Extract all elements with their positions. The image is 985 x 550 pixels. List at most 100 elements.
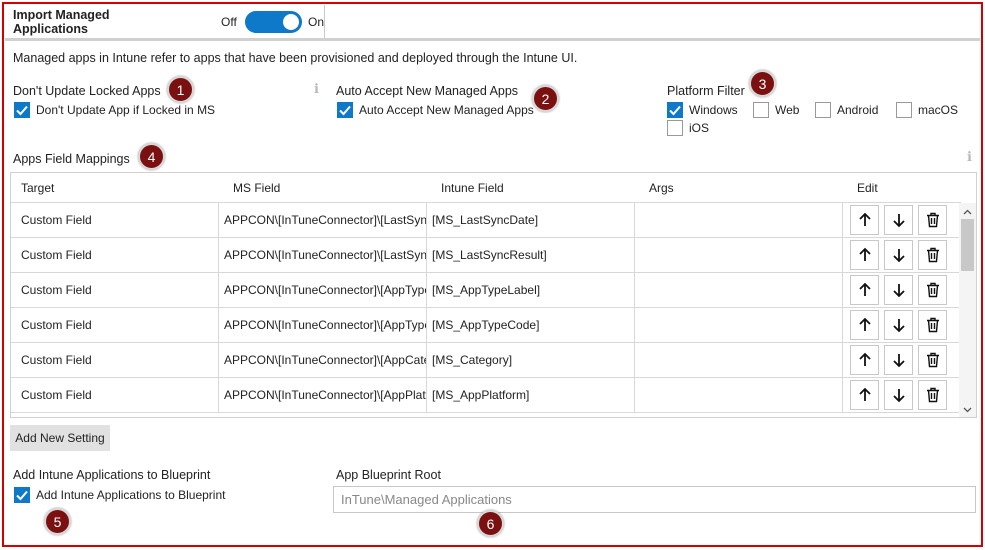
delete-icon[interactable] (918, 205, 947, 235)
platform-windows-checkbox[interactable] (667, 102, 683, 118)
cell-ms-field: APPCON\[InTuneConnector]\[AppTypeCode] (219, 308, 427, 342)
cell-target: Custom Field (11, 343, 219, 377)
platform-web-checkbox[interactable] (753, 102, 769, 118)
scrollbar-thumb[interactable] (961, 219, 974, 271)
move-up-icon[interactable] (850, 345, 879, 375)
toggle-off-label: Off (221, 14, 237, 29)
move-up-icon[interactable] (850, 240, 879, 270)
blueprint-root-input[interactable]: InTune\Managed Applications (333, 486, 976, 513)
vertical-scrollbar[interactable] (959, 203, 976, 417)
platform-windows-row[interactable]: Windows (667, 102, 738, 118)
column-header-edit: Edit (857, 181, 878, 195)
platform-filter-label: Platform Filter (667, 84, 745, 98)
column-header-intune-field: Intune Field (441, 181, 504, 195)
locked-apps-label: Don't Update Locked Apps (13, 84, 161, 98)
cell-intune-field: [MS_AppPlatform] (427, 378, 635, 412)
cell-target: Custom Field (11, 273, 219, 307)
move-down-icon[interactable] (884, 205, 913, 235)
delete-icon[interactable] (918, 310, 947, 340)
delete-icon[interactable] (918, 345, 947, 375)
toggle-on-label: On (307, 14, 324, 29)
platform-windows-label: Windows (689, 103, 738, 117)
platform-android-checkbox[interactable] (815, 102, 831, 118)
cell-target: Custom Field (11, 203, 219, 237)
locked-apps-checkbox-label: Don't Update App if Locked in MS (36, 103, 216, 117)
auto-accept-checkbox-label: Auto Accept New Managed Apps (359, 103, 534, 117)
move-up-icon[interactable] (850, 310, 879, 340)
table-row[interactable]: Custom Field APPCON\[InTuneConnector]\[Ap… (11, 377, 961, 413)
cell-intune-field: [MS_LastSyncDate] (427, 203, 635, 237)
table-row[interactable]: Custom Field APPCON\[InTuneConnector]\[Ap… (11, 272, 961, 308)
cell-ms-field: APPCON\[InTuneConnector]\[AppCategory] (219, 343, 427, 377)
cell-intune-field: [MS_LastSyncResult] (427, 238, 635, 272)
platform-ios-row[interactable]: iOS (667, 120, 709, 136)
cell-args (635, 308, 843, 342)
cell-target: Custom Field (11, 308, 219, 342)
cell-ms-field: APPCON\[InTuneConnector]\[AppTypeLabel] (219, 273, 427, 307)
move-down-icon[interactable] (884, 310, 913, 340)
cell-intune-field: [MS_Category] (427, 343, 635, 377)
cell-args (635, 343, 843, 377)
blueprint-checkbox-label: Add Intune Applications to Blueprint (36, 488, 226, 502)
platform-macos-row[interactable]: macOS (896, 102, 958, 118)
delete-icon[interactable] (918, 275, 947, 305)
delete-icon[interactable] (918, 240, 947, 270)
blueprint-root-label: App Blueprint Root (336, 468, 441, 482)
delete-icon[interactable] (918, 380, 947, 410)
move-down-icon[interactable] (884, 345, 913, 375)
cell-args (635, 273, 843, 307)
import-toggle[interactable] (244, 10, 302, 33)
cell-args (635, 378, 843, 412)
table-row[interactable]: Custom Field APPCON\[InTuneConnector]\[La… (11, 237, 961, 273)
grid-body: Custom Field APPCON\[InTuneConnector]\[La… (11, 202, 961, 413)
cell-edit (843, 308, 961, 342)
cell-target: Custom Field (11, 378, 219, 412)
platform-ios-checkbox[interactable] (667, 120, 683, 136)
cell-ms-field: APPCON\[InTuneConnector]\[LastSyncResult… (219, 238, 427, 272)
platform-web-label: Web (775, 103, 800, 117)
scroll-up-icon[interactable] (959, 205, 976, 219)
table-row[interactable]: Custom Field APPCON\[InTuneConnector]\[Ap… (11, 307, 961, 343)
add-new-setting-button[interactable]: Add New Setting (10, 425, 110, 451)
table-row[interactable]: Custom Field APPCON\[InTuneConnector]\[Ap… (11, 342, 961, 378)
blueprint-checkbox[interactable] (14, 487, 30, 503)
blueprint-checkbox-row[interactable]: Add Intune Applications to Blueprint (14, 487, 225, 503)
column-header-args: Args (649, 181, 674, 195)
platform-ios-label: iOS (689, 121, 710, 135)
callout-badge-4: 4 (138, 143, 165, 170)
info-icon: ℹ (967, 150, 972, 165)
locked-apps-checkbox-row[interactable]: Don't Update App if Locked in MS (14, 102, 215, 118)
cell-ms-field: APPCON\[InTuneConnector]\[LastSyncDate] (219, 203, 427, 237)
move-down-icon[interactable] (884, 275, 913, 305)
cell-edit (843, 273, 961, 307)
callout-badge-1: 1 (167, 76, 194, 103)
platform-web-row[interactable]: Web (753, 102, 799, 118)
description-text: Managed apps in Intune refer to apps tha… (13, 51, 578, 65)
page-title: Import Managed Applications (13, 7, 110, 36)
cell-args (635, 238, 843, 272)
platform-macos-checkbox[interactable] (896, 102, 912, 118)
auto-accept-checkbox-row[interactable]: Auto Accept New Managed Apps (337, 102, 534, 118)
header-bar: Import Managed Applications Off On (5, 5, 325, 38)
move-down-icon[interactable] (884, 380, 913, 410)
mappings-grid: Target MS Field Intune Field Args Edit C… (10, 172, 977, 418)
header-divider (5, 38, 980, 41)
locked-apps-checkbox[interactable] (14, 102, 30, 118)
move-up-icon[interactable] (850, 275, 879, 305)
platform-android-label: Android (837, 103, 879, 117)
scroll-down-icon[interactable] (959, 403, 976, 417)
callout-badge-5: 5 (44, 508, 71, 535)
table-row[interactable]: Custom Field APPCON\[InTuneConnector]\[La… (11, 202, 961, 238)
grid-header: Target MS Field Intune Field Args Edit (11, 173, 976, 203)
toggle-knob (282, 13, 299, 30)
mappings-label: Apps Field Mappings (13, 152, 130, 166)
move-down-icon[interactable] (884, 240, 913, 270)
cell-edit (843, 343, 961, 377)
auto-accept-checkbox[interactable] (337, 102, 353, 118)
column-header-target: Target (21, 181, 55, 195)
move-up-icon[interactable] (850, 380, 879, 410)
cell-edit (843, 378, 961, 412)
move-up-icon[interactable] (850, 205, 879, 235)
platform-macos-label: macOS (918, 103, 959, 117)
platform-android-row[interactable]: Android (815, 102, 878, 118)
